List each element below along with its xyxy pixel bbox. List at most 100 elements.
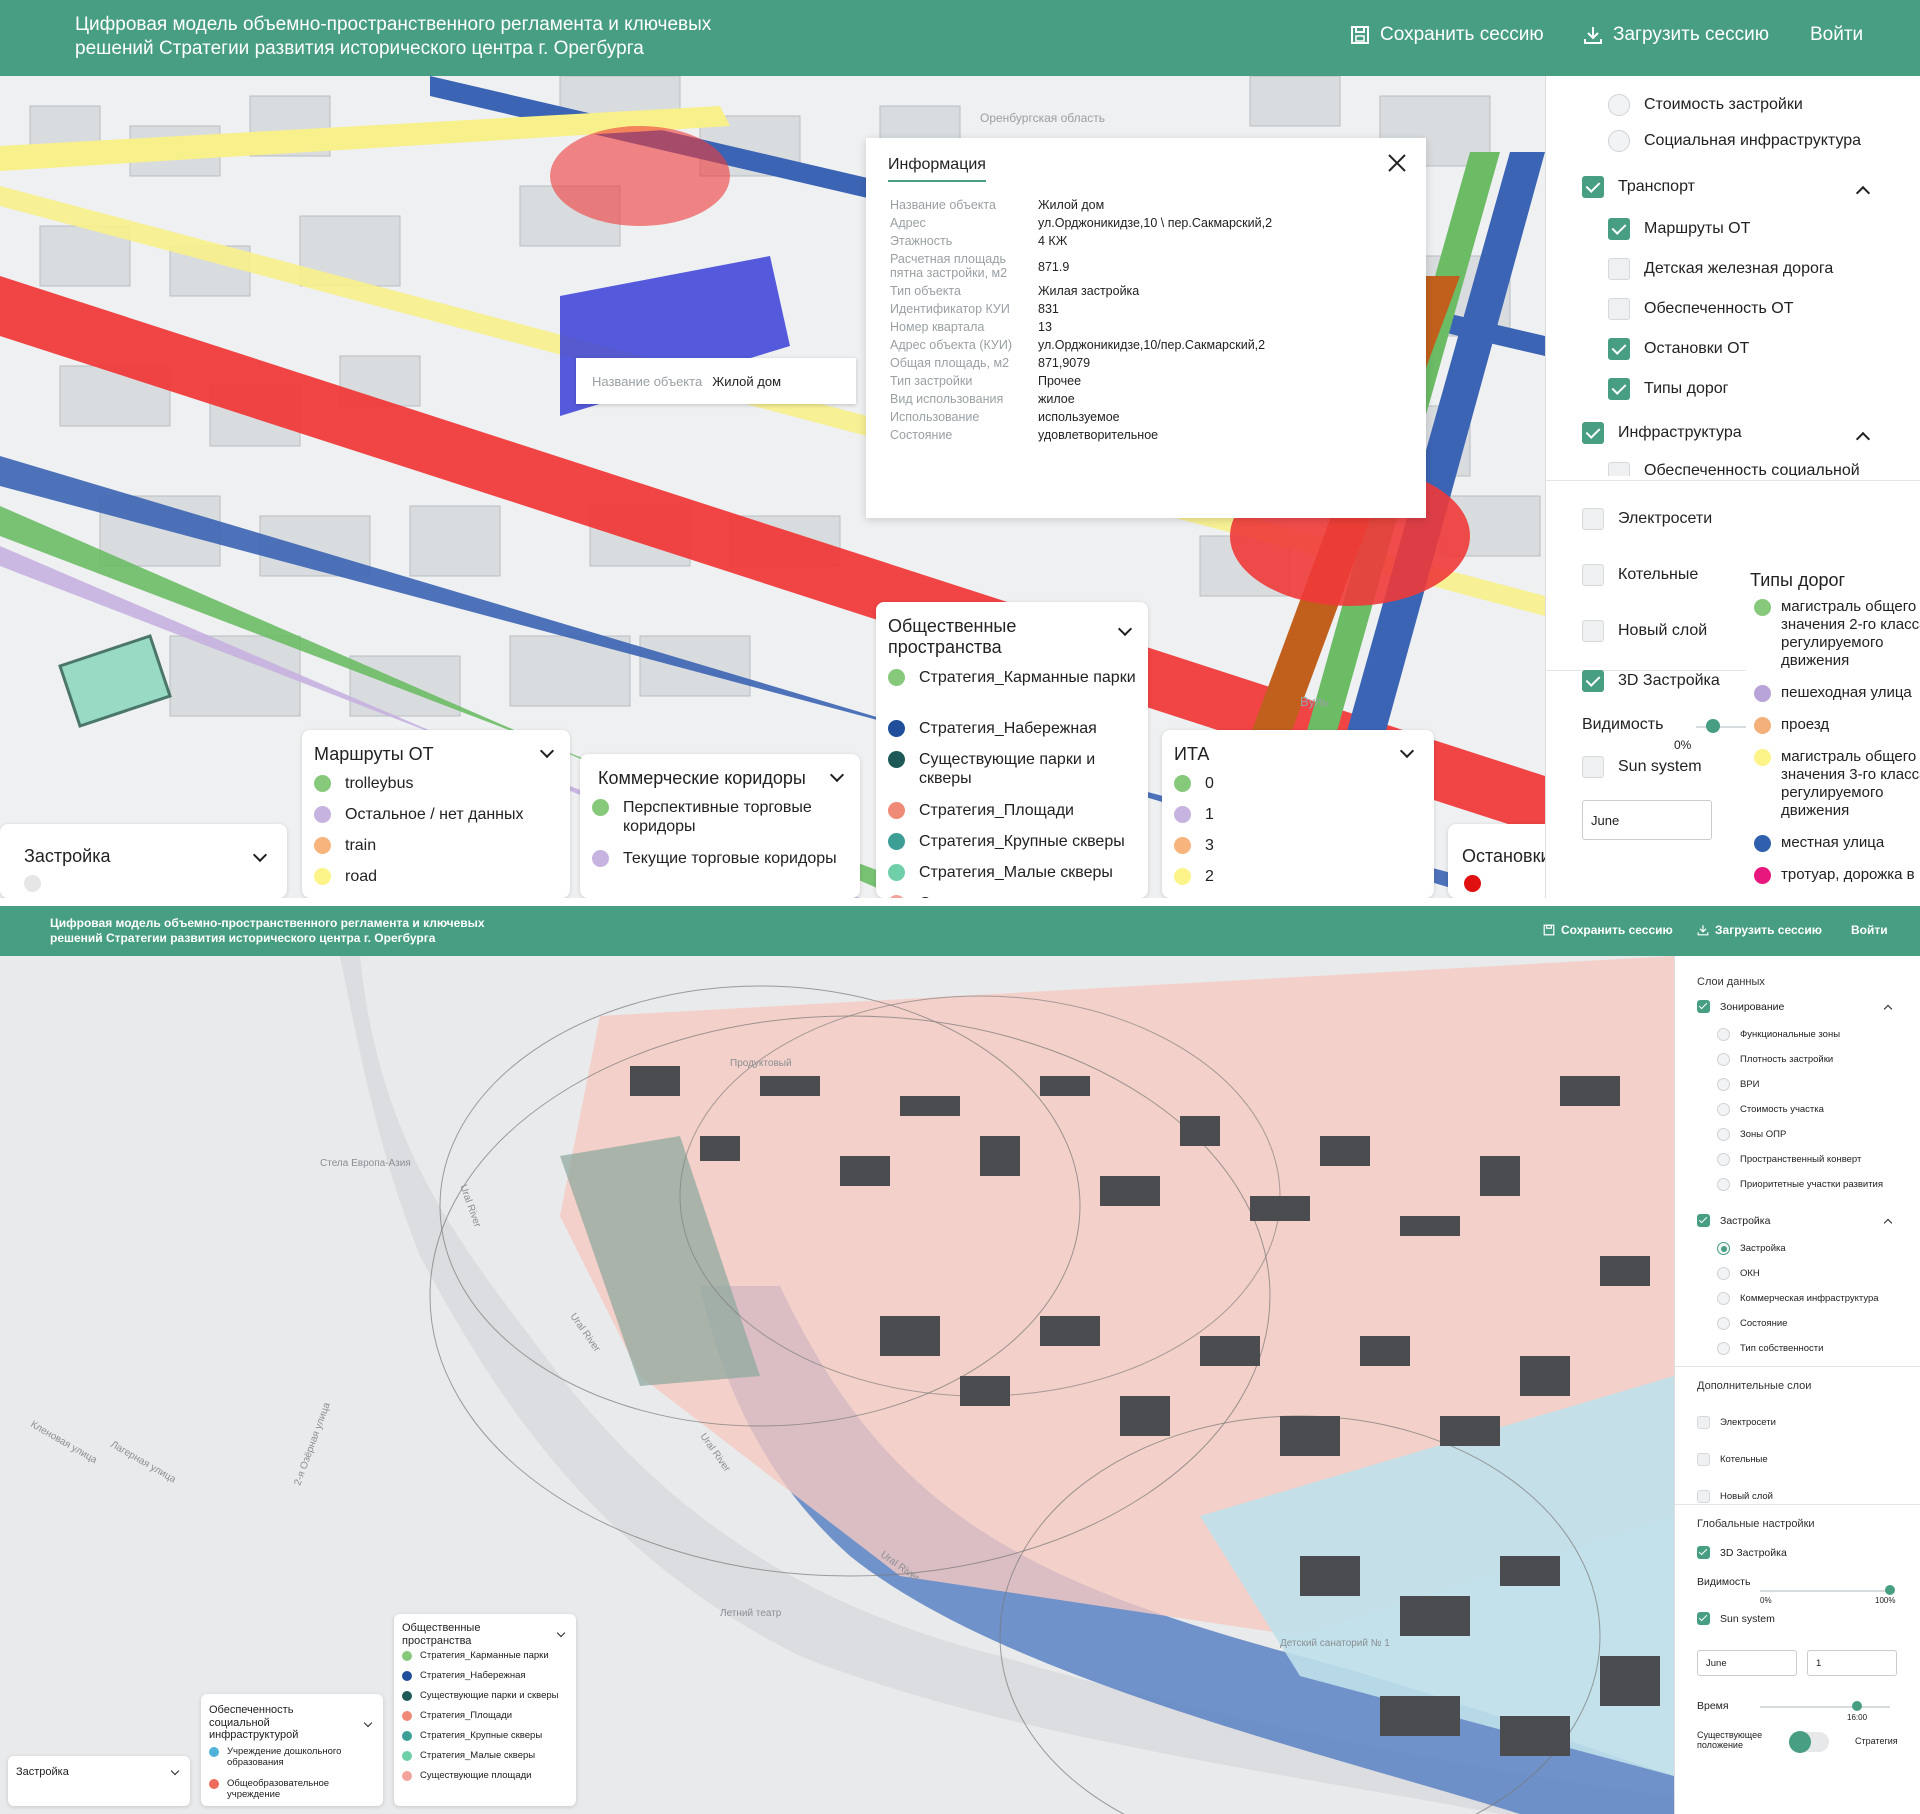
chevron-up-icon[interactable] [1855, 431, 1871, 447]
checkbox[interactable] [1582, 756, 1604, 778]
legend-social[interactable]: Обеспеченность социальной инфраструктуро… [201, 1694, 383, 1806]
radio[interactable] [1717, 1242, 1730, 1255]
sidebar-option[interactable]: Пространственный конверт [1717, 1153, 1861, 1166]
checkbox[interactable] [1697, 1000, 1710, 1013]
legend-zastroika[interactable]: Застройка [0, 824, 287, 898]
toggle-3d-buildings[interactable]: 3D Застройка [1582, 670, 1720, 692]
radio-row-cost[interactable]: Стоимость застройки [1608, 94, 1803, 116]
radio[interactable] [1717, 1028, 1730, 1041]
sidebar-option[interactable]: Зоны ОПР [1717, 1128, 1786, 1141]
checkbox[interactable] [1608, 462, 1630, 476]
sidebar-option[interactable]: Коммерческая инфраструктура [1717, 1292, 1879, 1305]
layer-routes[interactable]: Маршруты ОТ [1608, 218, 1750, 240]
layer-social-coverage[interactable]: Обеспеченность социальной [1608, 462, 1860, 476]
legend-stops[interactable]: Остановки ОТ [1448, 824, 1545, 898]
radio[interactable] [1717, 1342, 1730, 1355]
time-slider[interactable] [1760, 1706, 1890, 1708]
checkbox[interactable] [1697, 1214, 1710, 1227]
load-session-button[interactable]: Загрузить сессию [1697, 923, 1822, 937]
checkbox[interactable] [1582, 670, 1604, 692]
checkbox[interactable] [1697, 1490, 1710, 1503]
visibility-slider[interactable] [1760, 1590, 1890, 1592]
load-session-button[interactable]: Загрузить сессию [1583, 24, 1769, 46]
map-3d-view[interactable]: Ural River Ural River Ural River Ural River… [0, 956, 1674, 1814]
radio[interactable] [1717, 1292, 1730, 1305]
chevron-up-icon[interactable] [1883, 1218, 1893, 1228]
layer-road-types[interactable]: Типы дорог [1608, 378, 1728, 400]
layer-new[interactable]: Новый слой [1582, 620, 1707, 642]
layer-transit-coverage[interactable]: Обеспеченность ОТ [1608, 298, 1794, 320]
chevron-down-icon[interactable] [539, 743, 555, 759]
chevron-down-icon[interactable] [170, 1766, 180, 1776]
map-canvas[interactable]: Ural RiverUral RiverUral RiverUral River… [0, 956, 1674, 1814]
sidebar-option[interactable]: Тип собственности [1717, 1342, 1823, 1355]
legend-public-spaces[interactable]: Общественные пространства Стратегия_Карм… [876, 602, 1148, 898]
legend-corridors[interactable]: Коммерческие коридоры Перспективные торг… [580, 754, 860, 898]
sidebar-option[interactable]: Новый слой [1697, 1490, 1773, 1503]
sidebar-option[interactable]: ОКН [1717, 1267, 1760, 1280]
layer-boilers[interactable]: Котельные [1582, 564, 1698, 586]
save-session-button[interactable]: Сохранить сессию [1543, 923, 1673, 937]
checkbox[interactable] [1608, 338, 1630, 360]
checkbox[interactable] [1608, 258, 1630, 280]
radio[interactable] [1608, 94, 1630, 116]
checkbox[interactable] [1697, 1612, 1710, 1625]
chevron-down-icon[interactable] [829, 767, 845, 783]
sidebar-option[interactable]: Электросети [1697, 1416, 1776, 1429]
sidebar-option[interactable]: Приоритетные участки развития [1717, 1178, 1883, 1191]
radio[interactable] [1717, 1267, 1730, 1280]
checkbox[interactable] [1582, 422, 1604, 444]
radio[interactable] [1717, 1317, 1730, 1330]
radio[interactable] [1717, 1153, 1730, 1166]
legend-public-spaces[interactable]: Общественные пространства Стратегия_Карм… [394, 1614, 576, 1806]
toggle-3d-buildings[interactable]: 3D Застройка [1697, 1546, 1787, 1559]
group-infrastructure[interactable]: Инфраструктура [1582, 422, 1742, 444]
checkbox[interactable] [1608, 218, 1630, 240]
login-button[interactable]: Войти [1851, 923, 1888, 937]
checkbox[interactable] [1697, 1416, 1710, 1429]
day-select[interactable]: 1 [1807, 1650, 1897, 1676]
chevron-down-icon[interactable] [556, 1628, 566, 1638]
chevron-down-icon[interactable] [1117, 621, 1133, 637]
sidebar-option[interactable]: Застройка [1717, 1242, 1786, 1255]
map-3d-view[interactable]: Оренбургская область Вуль Название объек… [0, 76, 1545, 898]
chevron-down-icon[interactable] [252, 847, 268, 863]
group-zastroika[interactable]: Застройка [1697, 1214, 1770, 1227]
group-transport[interactable]: Транспорт [1582, 176, 1695, 198]
chevron-up-icon[interactable] [1855, 185, 1871, 201]
time-slider-knob[interactable] [1852, 1701, 1862, 1711]
save-session-button[interactable]: Сохранить сессию [1350, 24, 1544, 46]
radio-row-social[interactable]: Социальная инфраструктура [1608, 130, 1861, 152]
legend-ita[interactable]: ИТА 0 1 3 2 [1162, 730, 1434, 898]
chevron-down-icon[interactable] [363, 1718, 373, 1728]
legend-zastroika[interactable]: Застройка [8, 1756, 190, 1806]
login-button[interactable]: Войти [1810, 24, 1863, 46]
sidebar-option[interactable]: Плотность застройки [1717, 1053, 1833, 1066]
mode-toggle-knob[interactable] [1789, 1731, 1811, 1753]
legend-routes[interactable]: Маршруты ОТ trolleybus Остальное / нет да… [302, 730, 570, 898]
chevron-up-icon[interactable] [1883, 1004, 1893, 1014]
group-zoning[interactable]: Зонирование [1697, 1000, 1784, 1013]
toggle-sun-system[interactable]: Sun system [1582, 756, 1702, 778]
layer-kids-railway[interactable]: Детская железная дорога [1608, 258, 1833, 280]
radio[interactable] [1608, 130, 1630, 152]
sidebar-option[interactable]: Функциональные зоны [1717, 1028, 1840, 1041]
checkbox[interactable] [1608, 378, 1630, 400]
checkbox[interactable] [1697, 1453, 1710, 1466]
radio[interactable] [1717, 1078, 1730, 1091]
checkbox[interactable] [1582, 508, 1604, 530]
checkbox[interactable] [1582, 620, 1604, 642]
checkbox[interactable] [1697, 1546, 1710, 1559]
toggle-sun-system[interactable]: Sun system [1697, 1612, 1775, 1625]
sidebar-option[interactable]: Состояние [1717, 1317, 1787, 1330]
mode-toggle[interactable] [1789, 1731, 1829, 1753]
checkbox[interactable] [1582, 176, 1604, 198]
sidebar-option[interactable]: Котельные [1697, 1453, 1768, 1466]
sidebar-option[interactable]: Стоимость участка [1717, 1103, 1824, 1116]
checkbox[interactable] [1582, 564, 1604, 586]
radio[interactable] [1717, 1128, 1730, 1141]
close-icon[interactable] [1386, 152, 1408, 174]
radio[interactable] [1717, 1178, 1730, 1191]
chevron-down-icon[interactable] [1399, 743, 1415, 759]
sidebar-option[interactable]: ВРИ [1717, 1078, 1760, 1091]
